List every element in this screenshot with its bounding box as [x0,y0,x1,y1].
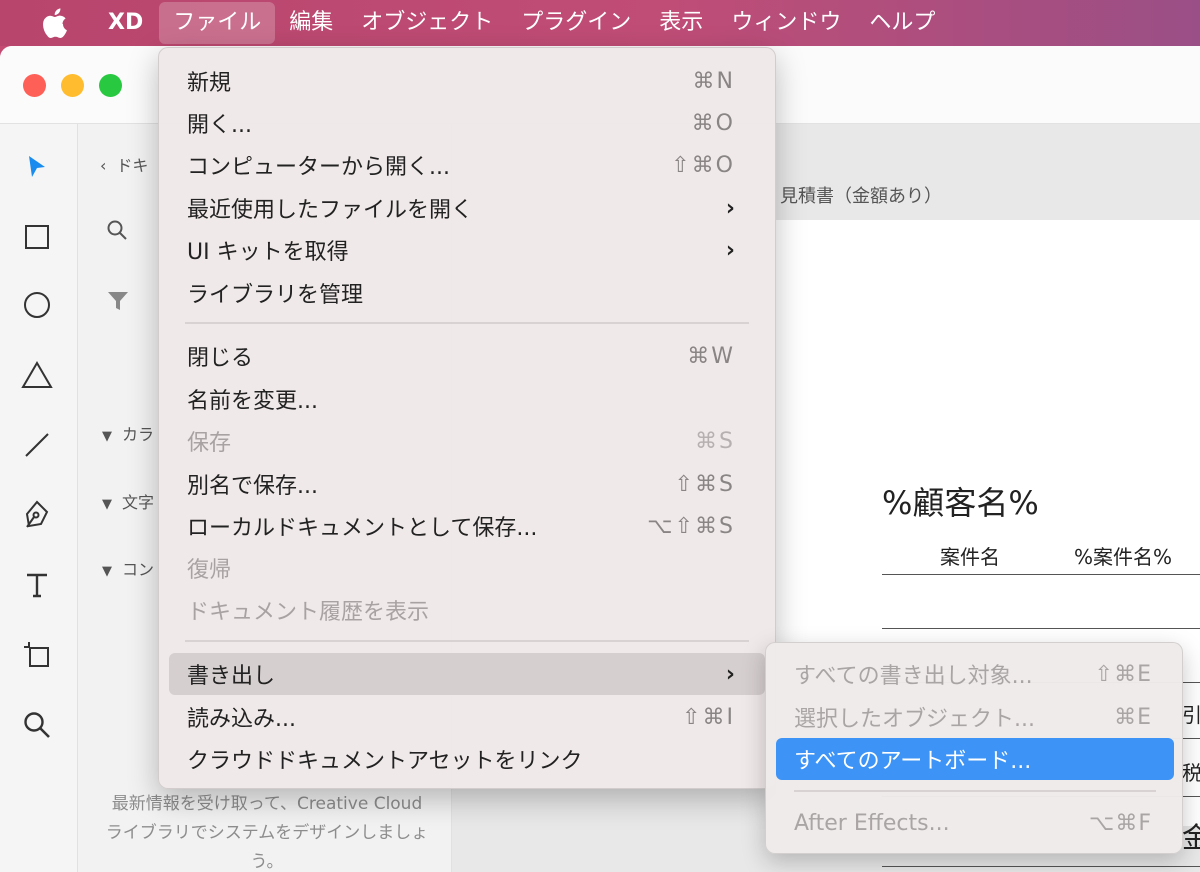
menu-item-close[interactable]: 閉じる ⌘W [169,335,765,377]
menubar-help[interactable]: ヘルプ [855,0,949,46]
search-icon[interactable] [106,219,128,245]
minimize-window-button[interactable] [61,74,84,97]
artboard-label[interactable]: 見積書（金額あり） [780,182,942,208]
submenu-item-after-effects: After Effects... ⌥⌘F [794,810,1152,836]
ellipse-tool-icon[interactable] [14,282,60,328]
chevron-down-icon: ▼ [102,497,112,512]
doc-customer-name[interactable]: %顧客名% [882,478,1039,524]
chevron-left-icon: ‹ [100,156,107,175]
doc-row-label[interactable]: 案件名 [940,541,1000,570]
panel-section-text[interactable]: ▼ 文字 [102,489,154,513]
menu-item-export[interactable]: 書き出し › [169,653,765,695]
menu-item-revert: 復帰 [187,558,232,583]
doc-rule [882,866,1200,867]
file-menu: 新規 ⌘N 開く... ⌘O コンピューターから開く... ⇧⌘O 最近使用した… [158,47,776,789]
panel-breadcrumb[interactable]: ‹ ドキ [100,152,148,176]
menu-item-save: 保存 ⌘S [187,428,735,457]
menubar-view[interactable]: 表示 [645,0,717,46]
menu-separator [794,790,1156,792]
menu-item-open-from-computer[interactable]: コンピューターから開く... ⇧⌘O [169,144,765,186]
menu-separator [185,640,749,642]
doc-rule [882,574,1200,575]
menu-bar: XD ファイル 編集 オブジェクト プラグイン 表示 ウィンドウ ヘルプ [0,0,1200,46]
menu-item-save-as[interactable]: 別名で保存... ⇧⌘S [169,463,765,505]
menu-item-save-local[interactable]: ローカルドキュメントとして保存... ⌥⇧⌘S [169,505,765,547]
menubar-file[interactable]: ファイル [159,2,276,44]
menu-item-link-cloud-assets[interactable]: クラウドドキュメントアセットをリンク [169,738,765,780]
submenu-item-selected-objects: 選択したオブジェクト... ⌘E [794,704,1152,733]
tool-bar [0,124,78,872]
doc-rule [882,628,1200,629]
submenu-item-all-artboards[interactable]: すべてのアートボード... [776,738,1174,780]
menu-item-import[interactable]: 読み込み... ⇧⌘I [169,696,765,738]
menu-item-get-ui-kits[interactable]: UI キットを取得 › [169,229,765,271]
menu-item-new[interactable]: 新規 ⌘N [169,60,765,102]
panel-section-colors[interactable]: ▼ カラ [102,421,154,445]
doc-edge-fragment: 税% [1182,761,1200,785]
panel-section-components[interactable]: ▼ コン [102,556,154,580]
artboard-tool-icon[interactable] [14,632,60,678]
chevron-down-icon: ▼ [102,429,112,444]
menubar-window[interactable]: ウィンドウ [717,0,855,46]
doc-row-value[interactable]: %案件名% [1074,541,1172,570]
text-tool-icon[interactable] [14,562,60,608]
menubar-edit[interactable]: 編集 [275,0,347,46]
menu-item-rename[interactable]: 名前を変更... [169,378,765,420]
menubar-plugins[interactable]: プラグイン [507,0,645,46]
doc-edge-fragment: 金 [1182,821,1200,854]
pen-tool-icon[interactable] [14,492,60,538]
rectangle-tool-icon[interactable] [14,214,60,260]
menu-item-manage-libraries[interactable]: ライブラリを管理 [169,272,765,314]
zoom-tool-icon[interactable] [14,702,60,748]
export-submenu: すべての書き出し対象... ⇧⌘E 選択したオブジェクト... ⌘E すべてのア… [765,642,1183,854]
chevron-down-icon: ▼ [102,564,112,579]
zoom-window-button[interactable] [99,74,122,97]
filter-icon[interactable] [106,289,130,317]
menu-separator [185,322,749,324]
line-tool-icon[interactable] [14,422,60,468]
chevron-right-icon: › [725,661,735,687]
chevron-right-icon: › [725,195,735,221]
apple-menu-icon[interactable] [28,0,80,46]
menu-item-document-history: ドキュメント履歴を表示 [187,600,430,625]
doc-edge-fragment: 引% [1182,703,1200,727]
panel-info-note: 最新情報を受け取って、Creative Cloud ライブラリでシステムをデザイ… [105,794,429,872]
chevron-right-icon: › [725,237,735,263]
menubar-object[interactable]: オブジェクト [347,0,507,46]
select-tool-icon[interactable] [14,144,60,190]
submenu-item-all-export-targets: すべての書き出し対象... ⇧⌘E [794,661,1152,690]
menu-item-open-recent[interactable]: 最近使用したファイルを開く › [169,187,765,229]
close-window-button[interactable] [23,74,46,97]
polygon-tool-icon[interactable] [14,352,60,398]
menubar-app-name[interactable]: XD [80,0,159,46]
menu-item-open[interactable]: 開く... ⌘O [169,102,765,144]
